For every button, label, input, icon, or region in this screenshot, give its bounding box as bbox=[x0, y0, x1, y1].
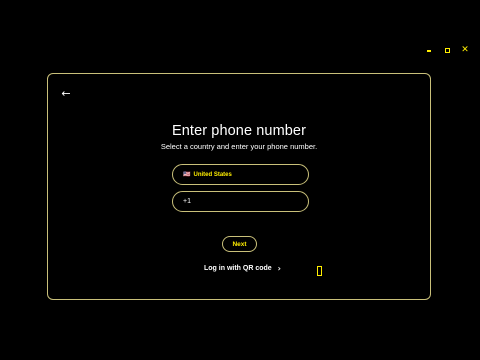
maximize-icon bbox=[444, 47, 450, 53]
close-icon: ✕ bbox=[461, 44, 469, 55]
phone-input[interactable] bbox=[183, 198, 293, 205]
back-button[interactable]: ← bbox=[59, 86, 73, 100]
minimize-icon bbox=[427, 50, 431, 52]
login-panel: ← Enter phone number Select a country an… bbox=[47, 73, 431, 300]
text-cursor-icon bbox=[317, 266, 322, 276]
next-button[interactable]: Next bbox=[222, 236, 257, 252]
page-subtitle: Select a country and enter your phone nu… bbox=[160, 142, 318, 151]
country-value: United States bbox=[193, 171, 232, 178]
us-flag-icon: 🇺🇸 bbox=[183, 172, 191, 178]
qr-login-label: Log in with QR code bbox=[204, 265, 272, 272]
qr-login-link[interactable]: Log in with QR code › bbox=[204, 264, 281, 273]
maximize-button[interactable] bbox=[438, 44, 456, 56]
minimize-button[interactable] bbox=[420, 44, 438, 56]
page-title: Enter phone number bbox=[172, 123, 306, 139]
phone-field[interactable] bbox=[172, 191, 309, 212]
close-button[interactable]: ✕ bbox=[456, 44, 474, 56]
window-controls: ✕ bbox=[420, 44, 474, 56]
chevron-right-icon: › bbox=[277, 264, 281, 273]
arrow-left-icon: ← bbox=[61, 86, 71, 100]
country-select[interactable]: 🇺🇸 United States bbox=[172, 164, 309, 185]
